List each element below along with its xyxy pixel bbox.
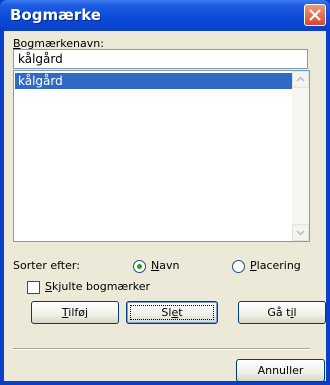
chevron-down-icon [296,230,305,236]
bookmark-name-input[interactable]: kålgård [13,49,308,69]
close-button[interactable] [304,4,326,26]
sort-by-name-radio[interactable] [133,260,146,273]
radio-selected-dot [137,264,142,269]
chevron-up-icon [296,76,305,82]
list-item[interactable]: kålgård [15,73,292,89]
vertical-scrollbar[interactable] [292,71,309,241]
hidden-bookmarks-label[interactable]: Skjulte bogmærker [45,280,150,293]
scroll-down-button[interactable] [292,224,309,241]
focus-ring [130,305,214,320]
dialog-title: Bogmærke [10,6,101,24]
close-icon [309,9,321,21]
sort-by-location-radio[interactable] [232,260,245,273]
bookmark-dialog: Bogmærke Bogmærkenavn: kålgård kålgård S… [0,0,330,385]
cancel-button[interactable]: Annuller [236,359,325,382]
delete-button[interactable]: Slet [126,301,218,324]
title-bar[interactable]: Bogmærke [0,0,330,31]
divider [13,348,310,350]
scroll-up-button[interactable] [292,71,309,88]
sort-by-location-label[interactable]: Placering [250,259,301,272]
bookmark-list[interactable]: kålgård [13,70,310,242]
hidden-bookmarks-checkbox[interactable] [27,281,40,294]
add-button[interactable]: Tilføj [31,301,119,324]
sort-by-name-label[interactable]: Navn [151,259,179,272]
sort-by-label: Sorter efter: [13,259,80,272]
goto-button[interactable]: Gå til [238,301,326,324]
